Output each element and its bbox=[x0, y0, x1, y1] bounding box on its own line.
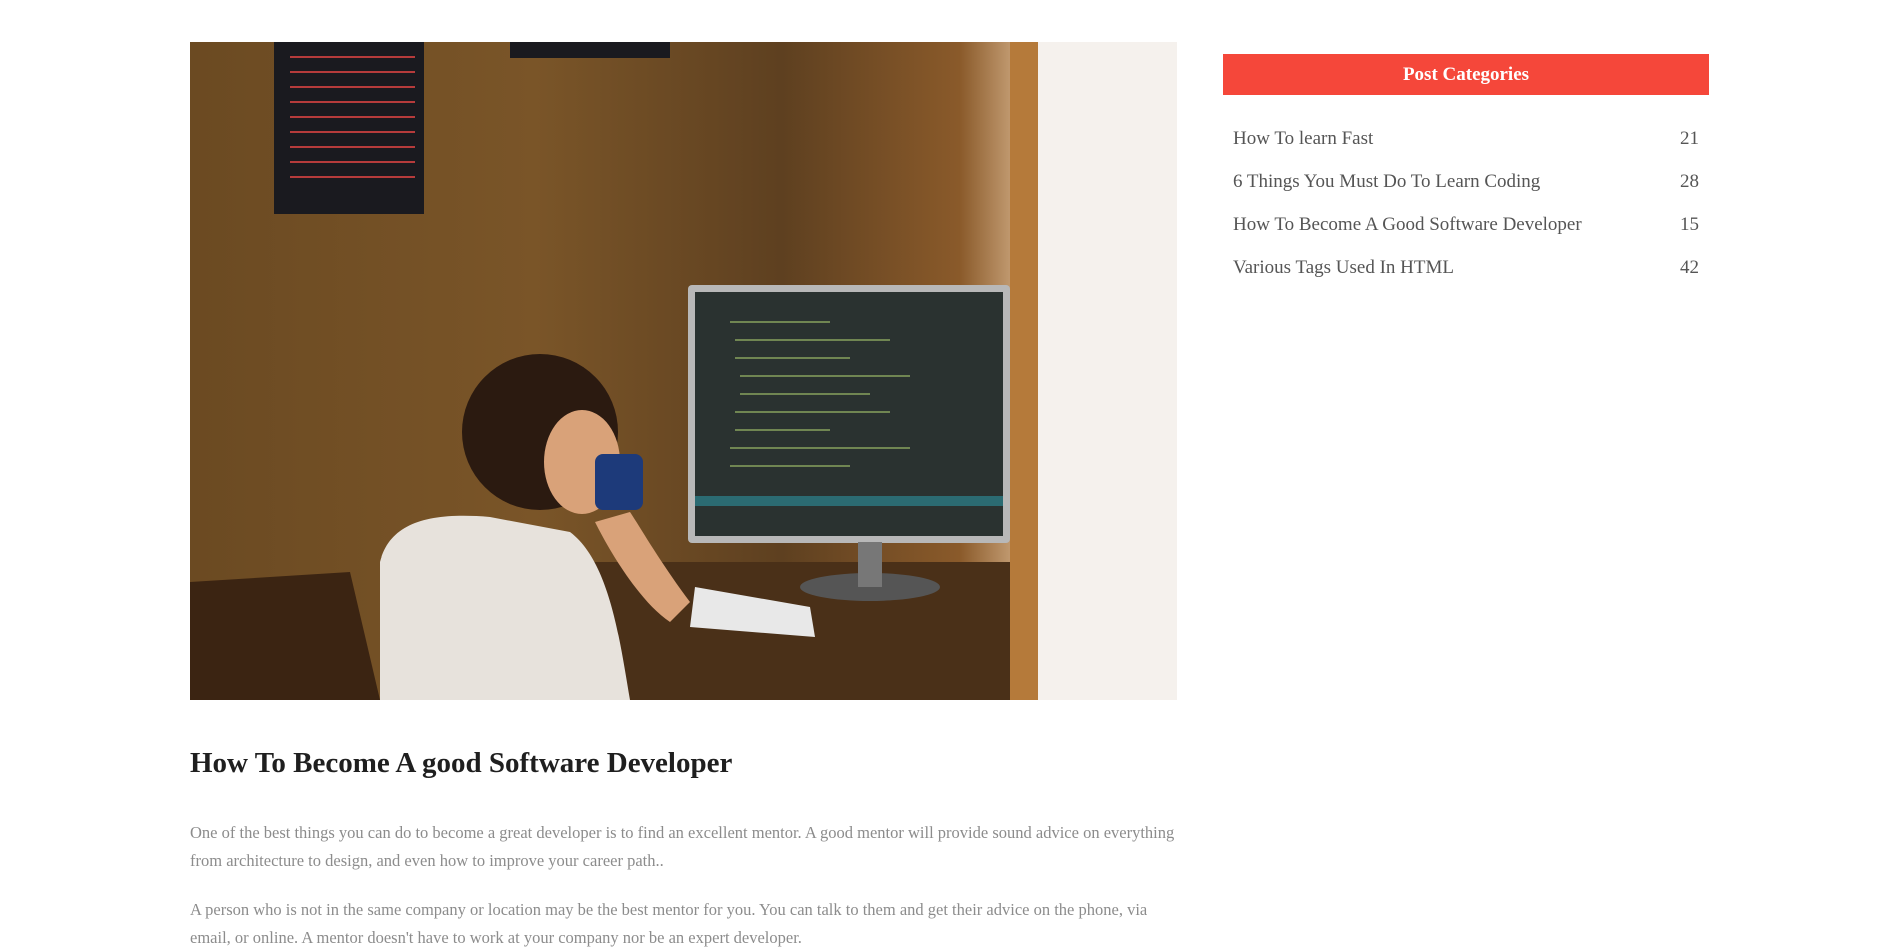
post-main: How To Become A good Software Developer … bbox=[190, 42, 1177, 952]
post-paragraph: A person who is not in the same company … bbox=[190, 899, 1148, 947]
category-count: 15 bbox=[1680, 213, 1699, 235]
post-categories-heading: Post Categories bbox=[1223, 54, 1709, 95]
category-count: 42 bbox=[1680, 256, 1699, 278]
category-label[interactable]: How To learn Fast bbox=[1233, 128, 1373, 150]
category-item[interactable]: 6 Things You Must Do To Learn Coding 28 bbox=[1233, 160, 1699, 203]
post-paragraph: One of the best things you can do to bec… bbox=[190, 822, 1175, 870]
category-label[interactable]: Various Tags Used In HTML bbox=[1233, 257, 1454, 279]
category-count: 21 bbox=[1680, 127, 1699, 149]
category-count: 28 bbox=[1680, 170, 1699, 192]
category-item[interactable]: How To learn Fast 21 bbox=[1233, 117, 1699, 160]
sidebar: Post Categories How To learn Fast 21 6 T… bbox=[1223, 54, 1709, 289]
category-item[interactable]: How To Become A Good Software Developer … bbox=[1233, 203, 1699, 246]
category-label[interactable]: How To Become A Good Software Developer bbox=[1233, 214, 1582, 236]
photo-illustration bbox=[190, 42, 1177, 700]
category-list: How To learn Fast 21 6 Things You Must D… bbox=[1223, 117, 1709, 289]
post-featured-image bbox=[190, 42, 1177, 700]
post-title: How To Become A good Software Developer bbox=[190, 747, 733, 779]
category-label[interactable]: 6 Things You Must Do To Learn Coding bbox=[1233, 171, 1540, 193]
category-item[interactable]: Various Tags Used In HTML 42 bbox=[1233, 246, 1699, 289]
